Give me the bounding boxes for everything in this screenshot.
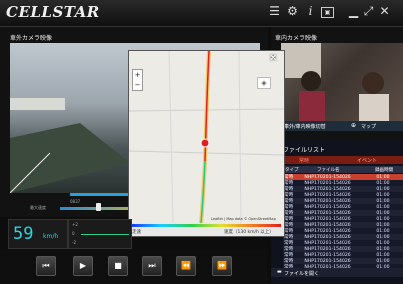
screenshot-icon[interactable]: ▣ [321, 7, 334, 18]
speed-legend-label: 走速 [132, 230, 141, 235]
title-bar: CELLSTAR ☰ ⚙ i ▣ ▁ ⤢ ✕ [0, 0, 403, 27]
map-speed-legend: 走速 速度（130 km/h 以上） [129, 223, 284, 236]
skip-next-icon[interactable]: ⏭ [142, 256, 162, 276]
playback-controls: ⏮ ▶ ■ ⏭ ⏪ ⏩ [0, 249, 268, 284]
folder-icon: ▬ [277, 269, 282, 275]
g-tick-top: +2 [72, 222, 78, 227]
file-list-rows: 常時 NHP170201-154026 01:00 常時 NHP170201-15402… [283, 174, 403, 276]
file-table: 常時 NHP170201-154026 01:00 常時 NHP170201-15402… [283, 174, 403, 276]
zoom-in-button[interactable]: + [133, 70, 142, 80]
map-close-icon[interactable]: ✕ [269, 53, 277, 64]
skip-prev-icon[interactable]: ⏮ [36, 256, 56, 276]
speed-gradient [132, 224, 281, 227]
cabin-camera-label: 車内カメラ映像 [275, 35, 318, 42]
timeline-sub-label: 最大速度 [30, 205, 46, 210]
maximize-icon[interactable]: ⤢ [362, 5, 375, 18]
file-list-title: ファイルリスト [283, 147, 326, 154]
info-icon[interactable]: i [304, 5, 317, 18]
open-file-button[interactable]: ファイルを開く [284, 270, 319, 277]
map-toggle-button[interactable]: マップ [361, 123, 376, 130]
fast-forward-icon[interactable]: ⏩ [212, 256, 232, 276]
settings-icon[interactable]: ⚙ [286, 5, 299, 18]
close-icon[interactable]: ✕ [378, 5, 391, 18]
tab-always[interactable]: 常時 [299, 157, 309, 164]
g-line [81, 234, 129, 235]
list-icon[interactable]: ☰ [268, 5, 281, 18]
tab-event[interactable]: イベント [357, 157, 377, 164]
speed-legend-text: 速度（130 km/h 以上） [224, 230, 274, 235]
column-filename[interactable]: ファイル名 [317, 167, 340, 173]
map-attribution: Leaflet | Map data © OpenStreetMap [211, 217, 276, 221]
file-list-tabs: 常時 イベント [283, 156, 403, 164]
column-duration[interactable]: 録画時間 [375, 167, 393, 173]
layers-icon[interactable]: ◈ [257, 77, 271, 89]
minimize-icon[interactable]: ▁ [347, 5, 360, 18]
g-tick-mid: 0 [72, 231, 75, 236]
front-camera-label: 車外カメラ映像 [10, 35, 53, 42]
g-tick-bottom: -2 [72, 240, 76, 245]
zoom-controls: + − [132, 69, 143, 91]
column-type[interactable]: タイプ [285, 167, 299, 173]
switch-bar: 車外/車内映像切替 ⊕ マップ [281, 121, 403, 131]
file-list-panel: ファイルリスト 常時 イベント タイプ ファイル名 録画時間 常時 NHP1702… [271, 140, 403, 284]
cabin-camera-video[interactable] [281, 43, 403, 121]
open-file-bar: ▬ ファイルを開く [271, 268, 403, 277]
speed-unit: km/h [43, 233, 59, 240]
zoom-out-button[interactable]: − [133, 80, 142, 90]
map-panel[interactable]: + − ✕ ◈ Leaflet | Map data © OpenStreetM… [128, 50, 285, 237]
stop-icon[interactable]: ■ [108, 256, 128, 276]
timeline-start: 0837 [70, 199, 81, 204]
g-sensor-graph: +2 0 -2 [68, 219, 132, 249]
timeline-handle[interactable] [96, 203, 101, 211]
file-list-header: タイプ ファイル名 録画時間 [283, 166, 403, 173]
cabin-camera-panel: 車内カメラ映像 車外/車内映像切替 ⊕ マップ [271, 27, 403, 147]
play-icon[interactable]: ▶ [73, 256, 93, 276]
speed-value: 59 [13, 224, 34, 244]
globe-icon: ⊕ [351, 122, 357, 129]
speedometer: 59 km/h [8, 219, 68, 249]
camera-toggle-button[interactable]: 車外/車内映像切替 [284, 123, 326, 130]
app-logo: CELLSTAR [6, 3, 100, 21]
rewind-icon[interactable]: ⏪ [176, 256, 196, 276]
